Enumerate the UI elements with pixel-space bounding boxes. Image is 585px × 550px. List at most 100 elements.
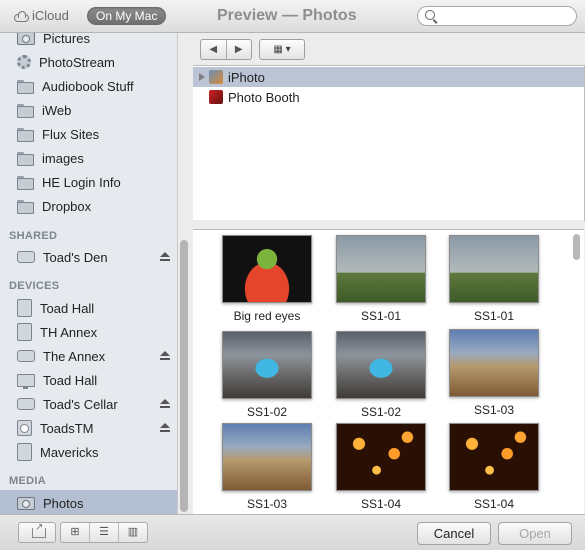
computer-icon: [17, 373, 35, 389]
bottom-toolbar: ⊞ ☰ ▥ Cancel Open: [0, 514, 585, 550]
icon-view-icon[interactable]: ⊞: [61, 523, 90, 542]
sidebar-item-iweb[interactable]: iWeb: [17, 100, 177, 120]
pane-splitter[interactable]: [193, 220, 584, 230]
photo-thumbnail[interactable]: SS1-03: [449, 329, 539, 417]
sidebar-item-label: Toad Hall: [43, 372, 98, 388]
cancel-button[interactable]: Cancel: [417, 522, 491, 545]
photo-image: [222, 423, 312, 491]
sidebar-item-the-annex[interactable]: The Annex: [17, 346, 177, 366]
browser-row-label: iPhoto: [228, 69, 265, 85]
sidebar-item-label: Flux Sites: [42, 126, 100, 142]
sidebar-item-pictures[interactable]: Pictures: [17, 33, 177, 48]
photo-grid: Big red eyes SS1-01 SS1-01 SS1-02 SS1-02…: [193, 230, 584, 514]
photo-image: [222, 235, 312, 303]
sidebar-item-label: images: [42, 150, 84, 166]
shared-header: SHARED: [9, 230, 58, 242]
sidebar-item-mavericks[interactable]: Mavericks: [17, 442, 177, 462]
hard-drive-icon: [17, 443, 32, 461]
sidebar-item-label: Mavericks: [40, 444, 99, 460]
browser-row-iphoto[interactable]: iPhoto: [193, 67, 584, 87]
eject-icon[interactable]: [160, 399, 170, 408]
folder-icon: [17, 79, 34, 94]
browser-row-photo-booth[interactable]: Photo Booth: [193, 87, 584, 107]
list-view-icon[interactable]: ☰: [90, 523, 119, 542]
camera-icon: [17, 33, 35, 45]
gear-icon: [17, 55, 31, 69]
sidebar-item-images[interactable]: images: [17, 148, 177, 168]
disclosure-triangle-icon[interactable]: [199, 73, 205, 81]
main-panel: ◀ ▶ ▦ ▾ iPhoto Photo Booth Big red eyes …: [193, 33, 585, 514]
photo-caption: Big red eyes: [233, 309, 301, 323]
icloud-tab[interactable]: iCloud: [14, 8, 69, 23]
sidebar-item-label: ToadsTM: [40, 420, 94, 436]
sidebar-item-he-login-info[interactable]: HE Login Info: [17, 172, 177, 192]
open-button[interactable]: Open: [498, 522, 572, 545]
back-arrow-icon[interactable]: ◀: [201, 40, 227, 59]
eject-icon[interactable]: [160, 252, 170, 261]
chevron-down-icon: ▾: [285, 44, 291, 55]
photo-caption: SS1-01: [360, 309, 402, 323]
photo-image: [449, 235, 539, 303]
sidebar-item-photos[interactable]: Photos: [17, 493, 177, 513]
photo-caption: SS1-02: [360, 405, 402, 419]
sidebar-item-toad-hall[interactable]: Toad Hall: [17, 298, 177, 318]
sidebar-item-label: HE Login Info: [42, 174, 121, 190]
sidebar-item-label: Toad's Den: [43, 249, 108, 265]
photo-caption: SS1-03: [473, 403, 515, 417]
eject-icon[interactable]: [160, 351, 170, 360]
network-drive-icon: [17, 251, 35, 263]
sidebar-item-toadstm[interactable]: ToadsTM: [17, 418, 177, 438]
sidebar-item-toads-den[interactable]: Toad's Den: [17, 247, 177, 267]
forward-arrow-icon[interactable]: ▶: [227, 40, 252, 59]
search-field[interactable]: [417, 6, 577, 26]
cloud-icon: [14, 11, 29, 22]
column-view-icon[interactable]: ▥: [119, 523, 147, 542]
iphoto-icon: [209, 70, 223, 84]
sidebar-scrollbar[interactable]: [180, 240, 188, 512]
eject-icon[interactable]: [160, 423, 170, 432]
sidebar-item-photostream[interactable]: PhotoStream: [17, 52, 177, 72]
photo-image: [222, 331, 312, 399]
external-drive-icon: [17, 350, 35, 362]
photo-thumbnail[interactable]: SS1-03: [222, 423, 312, 511]
folder-icon: [17, 151, 34, 166]
sidebar-item-dropbox[interactable]: Dropbox: [17, 196, 177, 216]
photo-thumbnail[interactable]: Big red eyes: [222, 235, 312, 323]
photo-caption: SS1-02: [246, 405, 288, 419]
sidebar-item-label: Photos: [43, 495, 84, 511]
browser-row-label: Photo Booth: [228, 89, 300, 105]
title-bar: iCloud On My Mac Preview — Photos: [0, 0, 585, 33]
folder-icon: [17, 103, 34, 118]
external-drive-icon: [17, 398, 35, 410]
sidebar: Pictures PhotoStream Audiobook Stuff iWe…: [0, 33, 178, 514]
photo-thumbnail[interactable]: SS1-02: [222, 331, 312, 419]
photo-image: [336, 235, 426, 303]
sidebar-item-th-annex[interactable]: TH Annex: [17, 322, 177, 342]
photo-booth-icon: [209, 90, 223, 104]
hard-drive-icon: [17, 299, 32, 317]
devices-header: DEVICES: [9, 280, 60, 292]
sidebar-item-label: Dropbox: [42, 198, 92, 214]
sidebar-item-toads-cellar[interactable]: Toad's Cellar: [17, 394, 177, 414]
sidebar-item-audiobook-stuff[interactable]: Audiobook Stuff: [17, 76, 177, 96]
share-button[interactable]: [18, 522, 56, 543]
photo-thumbnail[interactable]: SS1-04: [336, 423, 426, 511]
view-mode-segmented-control: ⊞ ☰ ▥: [60, 522, 148, 543]
photo-caption: SS1-01: [473, 309, 515, 323]
photo-image: [449, 423, 539, 491]
share-icon: [32, 522, 46, 538]
photo-image: [336, 331, 426, 399]
photo-image: [336, 423, 426, 491]
view-options-button[interactable]: ▦ ▾: [259, 39, 305, 60]
photo-grid-scrollbar[interactable]: [573, 234, 580, 260]
photo-thumbnail[interactable]: SS1-02: [336, 331, 426, 419]
on-my-mac-tab[interactable]: On My Mac: [87, 7, 167, 25]
photo-thumbnail[interactable]: SS1-01: [449, 235, 539, 323]
photo-thumbnail[interactable]: SS1-04: [449, 423, 539, 511]
search-input[interactable]: [440, 8, 572, 24]
photo-caption: SS1-04: [360, 497, 402, 511]
sidebar-item-flux-sites[interactable]: Flux Sites: [17, 124, 177, 144]
photo-thumbnail[interactable]: SS1-01: [336, 235, 426, 323]
sidebar-item-toad-hall-computer[interactable]: Toad Hall: [17, 370, 177, 390]
time-machine-icon: [17, 420, 32, 436]
